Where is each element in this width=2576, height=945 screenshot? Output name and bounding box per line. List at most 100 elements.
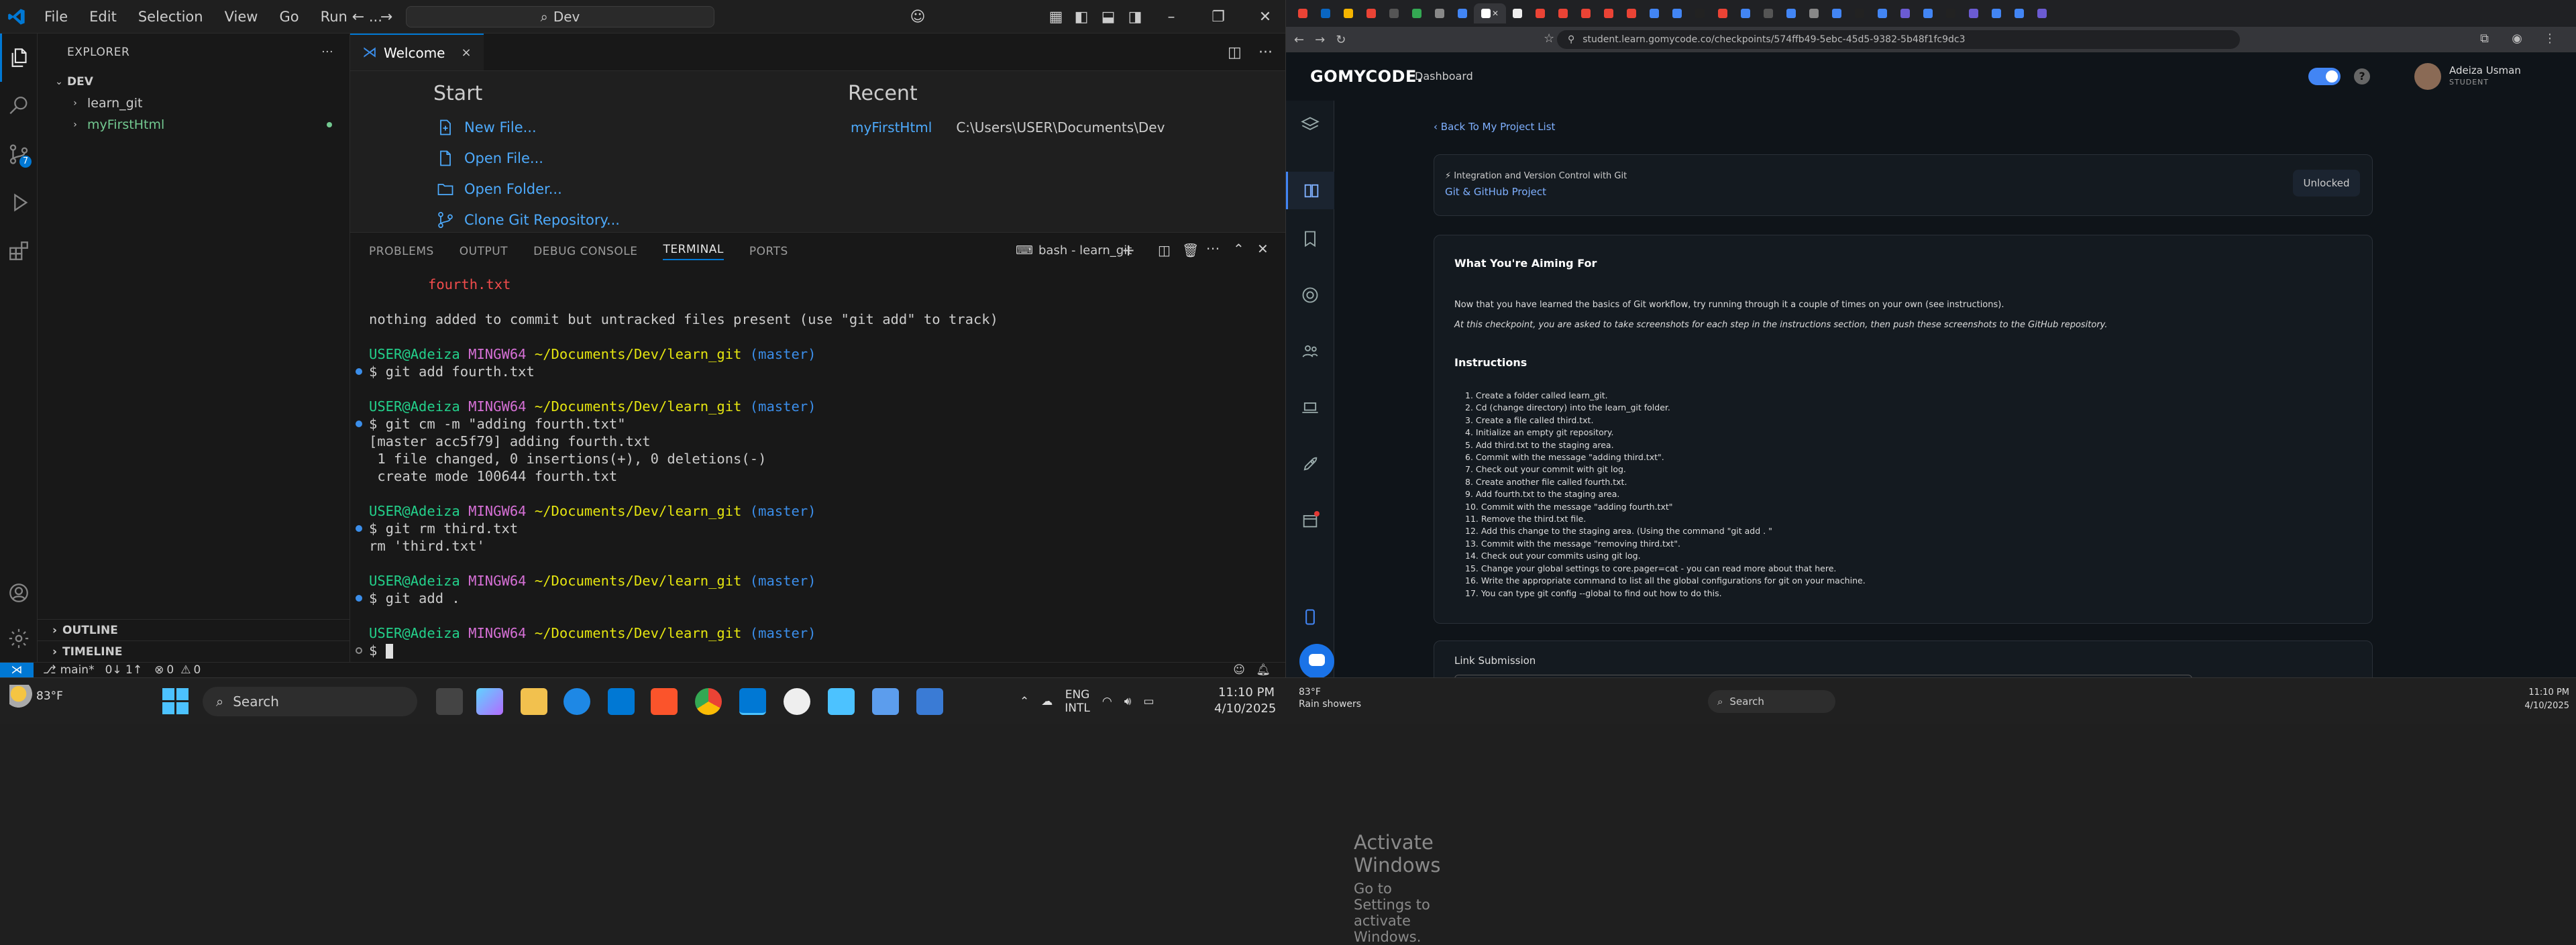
split-terminal-icon[interactable]: ◫ [1158,242,1171,258]
browser-tab[interactable] [1291,3,1314,23]
browser-tab[interactable] [2008,3,2031,23]
store-icon[interactable] [608,688,635,715]
back-arrow-icon[interactable]: ← [343,0,373,34]
trash-icon[interactable]: 🗑 [1182,242,1199,258]
maximize-panel-icon[interactable]: ⌃ [1233,241,1244,257]
chat-widget-button[interactable] [1299,644,1334,679]
battery-icon[interactable]: ▭ [1143,695,1154,708]
menu-selection[interactable]: Selection [127,0,214,34]
minimize-icon[interactable]: – [1157,0,1186,34]
timeline-section[interactable]: › TIMELINE [38,641,350,662]
tab-problems[interactable]: PROBLEMS [369,245,434,258]
source-control-icon[interactable]: 7 [0,130,38,178]
explorer-icon[interactable] [0,34,38,82]
help-icon[interactable]: ? [2354,68,2370,85]
browser-tab[interactable] [1337,3,1360,23]
remote-indicator-icon[interactable]: ⋊ [0,662,34,678]
branch-name[interactable]: main* [60,663,95,677]
more-actions-icon[interactable]: ··· [1206,241,1220,257]
weather-widget[interactable]: 83°F Rain showers [1299,686,1361,710]
copilot-app-icon[interactable] [476,688,503,715]
open-folder-link[interactable]: Open Folder... [436,180,562,199]
extensions-icon[interactable]: ⧉ [2480,32,2489,46]
theme-toggle[interactable] [2308,68,2341,85]
taskbar-search[interactable]: ⌕ Search [1708,690,1835,713]
cloud-icon[interactable]: ☁ [1041,695,1053,708]
task-view-icon[interactable] [436,688,463,715]
brave-icon[interactable] [651,688,678,715]
weather-widget[interactable]: 83°F [9,685,63,708]
browser-tab[interactable] [1574,3,1597,23]
browser-tab[interactable] [1871,3,1894,23]
browser-tab[interactable] [1552,3,1574,23]
reload-icon[interactable]: ↻ [1336,33,1346,47]
rocket-icon[interactable] [1301,455,1320,474]
browser-tab[interactable] [1405,3,1428,23]
close-window-icon[interactable]: ✕ [1250,0,1280,34]
browser-tab[interactable] [1711,3,1734,23]
toggle-panel-icon[interactable]: ⬓ [1093,0,1123,34]
terminal-output[interactable]: fourth.txt nothing added to commit but u… [356,276,1254,659]
community-icon[interactable] [1301,342,1320,361]
toggle-sidebar-icon[interactable]: ◧ [1067,0,1096,34]
snipping-tool-icon[interactable] [872,688,899,715]
browser-tab[interactable] [1939,3,1962,23]
recent-item[interactable]: myFirstHtml C:\Users\USER\Documents\Dev [851,119,1165,135]
browser-tab[interactable] [1734,3,1757,23]
warning-count[interactable]: 0 [193,663,201,677]
taskbar-search[interactable]: ⌕ Search [203,687,417,716]
forward-arrow-icon[interactable]: → [372,0,401,34]
browser-tab[interactable] [1428,3,1451,23]
toggle-secondary-sidebar-icon[interactable]: ◨ [1120,0,1150,34]
nav-dashboard[interactable]: Dashboard [1415,70,1473,82]
close-icon[interactable]: × [461,46,471,60]
browser-tab[interactable] [1620,3,1643,23]
address-bar[interactable]: ⚲ student.learn.gomycode.co/checkpoints/… [1557,30,2240,49]
notifications-bell-icon[interactable]: 🔔︎ [1256,663,1271,677]
wifi-icon[interactable]: ◠ [1102,695,1112,708]
layers-icon[interactable] [1301,115,1320,134]
windows-start-icon[interactable] [162,688,189,715]
chevron-up-icon[interactable]: ⌃ [1020,695,1029,708]
tab-debug-console[interactable]: DEBUG CONSOLE [533,245,637,258]
volume-icon[interactable]: 🔊︎ [1124,695,1132,708]
run-debug-icon[interactable] [0,178,38,227]
copilot-icon[interactable]: ☺ [903,0,932,34]
new-file-link[interactable]: New File... [436,118,537,137]
browser-tab[interactable] [1803,3,1825,23]
search-view-icon[interactable] [0,82,38,130]
browser-tab[interactable] [1985,3,2008,23]
browser-tab[interactable] [1917,3,1939,23]
browser-tab-active[interactable]: ✕ [1474,3,1506,23]
manage-gear-icon[interactable] [0,614,38,663]
menu-file[interactable]: File [34,0,78,34]
outline-section[interactable]: › OUTLINE [38,619,350,641]
browser-tab[interactable] [1506,3,1529,23]
menu-edit[interactable]: Edit [78,0,127,34]
browser-tab[interactable] [1597,3,1620,23]
split-editor-icon[interactable]: ◫ [1228,34,1242,71]
browser-tab[interactable] [1825,3,1848,23]
browser-tab[interactable] [1643,3,1666,23]
laptop-icon[interactable] [1301,398,1320,417]
open-file-link[interactable]: Open File... [436,149,543,168]
browser-tab[interactable] [1757,3,1780,23]
mobile-icon[interactable] [1301,608,1320,626]
browser-tab[interactable] [1666,3,1688,23]
tree-item-myfirsthtml[interactable]: › myFirstHtml [38,114,350,135]
calendar-icon[interactable] [1301,511,1320,530]
browser-tab[interactable] [1360,3,1383,23]
new-terminal-plus-icon[interactable]: + [1122,241,1136,260]
back-to-projects-link[interactable]: ‹ Back To My Project List [1434,121,1555,133]
close-panel-icon[interactable]: ✕ [1257,241,1269,257]
browser-menu-icon[interactable]: ⋮ [2544,32,2556,46]
sync-status[interactable]: 0↓ 1↑ [105,663,143,677]
back-arrow-icon[interactable]: ← [1294,33,1304,47]
restore-icon[interactable]: ❐ [1203,0,1233,34]
app-icon[interactable] [916,688,943,715]
browser-tab[interactable] [1848,3,1871,23]
clone-repo-link[interactable]: Clone Git Repository... [436,211,620,229]
browser-tab[interactable] [1688,3,1711,23]
copilot-status-icon[interactable]: ☺ [1233,663,1245,677]
browser-tab[interactable] [1894,3,1917,23]
